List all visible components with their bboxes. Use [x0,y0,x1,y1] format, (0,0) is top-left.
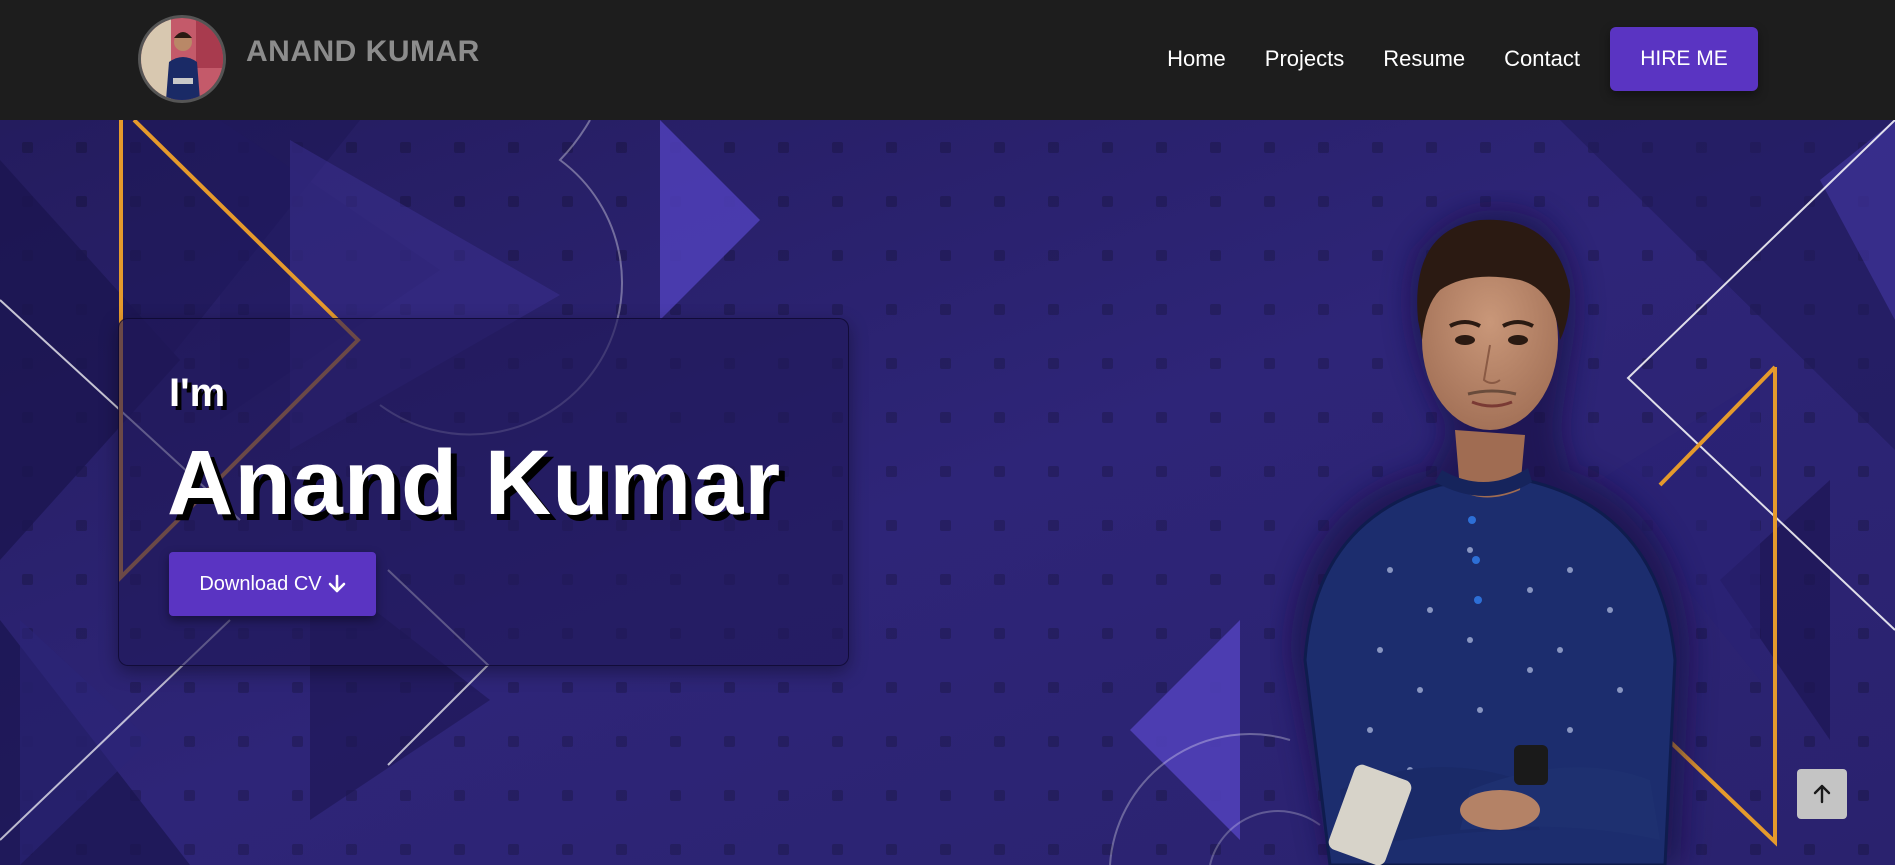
intro-greeting: I'm [169,371,226,415]
download-cv-label: Download CV [199,572,322,595]
brand[interactable]: ANAND KUMAR [138,15,480,103]
avatar-image [141,18,223,100]
avatar [138,15,226,103]
hero-section: I'm Anand Kumar Download CV [0,120,1895,865]
portrait-image [1290,210,1690,865]
nav-link-home[interactable]: Home [1167,46,1226,72]
scroll-to-top-button[interactable] [1797,769,1847,819]
arrow-down-icon [328,574,345,593]
intro-card: I'm Anand Kumar Download CV [118,318,849,666]
nav-link-projects[interactable]: Projects [1265,46,1344,72]
hero-name: Anand Kumar [167,432,782,534]
nav-link-resume[interactable]: Resume [1383,46,1465,72]
arrow-up-icon [1813,784,1831,804]
navbar: ANAND KUMAR Home Projects Resume Contact… [0,0,1895,120]
hire-me-button[interactable]: HIRE ME [1610,27,1758,91]
nav-links: Home Projects Resume Contact [1167,46,1580,72]
download-cv-button[interactable]: Download CV [169,552,376,616]
nav-link-contact[interactable]: Contact [1504,46,1580,72]
brand-name: ANAND KUMAR [246,35,480,68]
